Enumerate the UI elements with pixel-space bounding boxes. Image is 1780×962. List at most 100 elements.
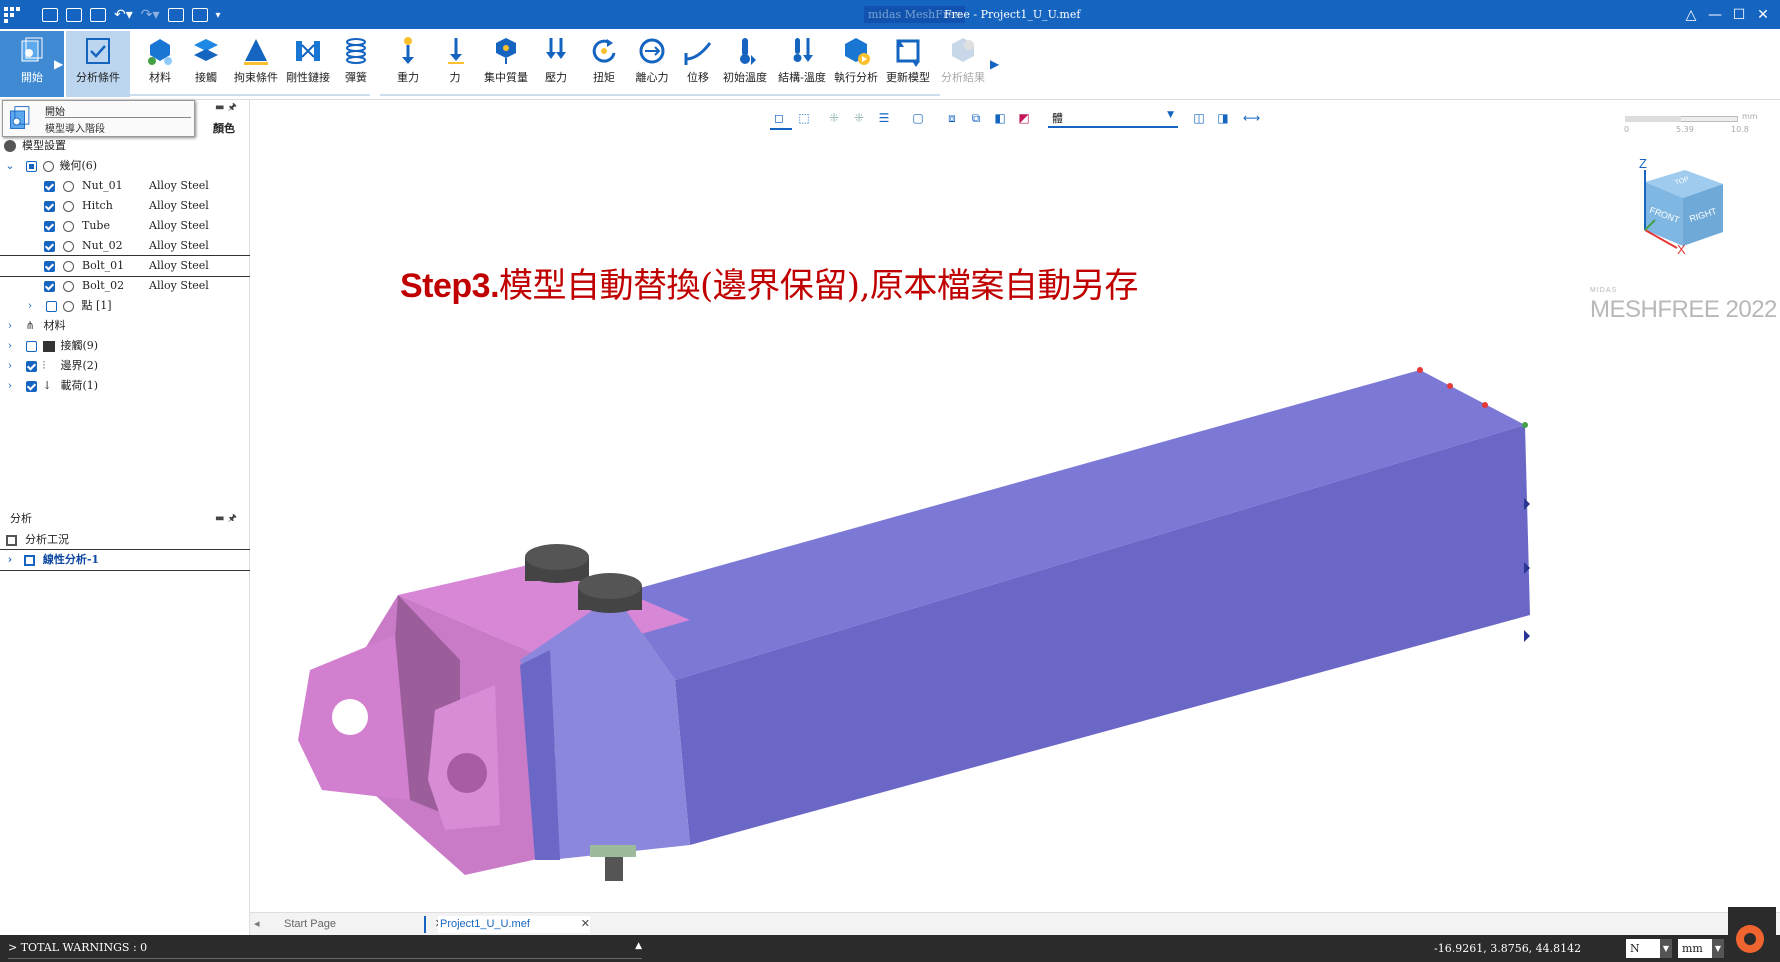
layout-icon[interactable] bbox=[167, 8, 184, 22]
boundary-marker[interactable] bbox=[1417, 367, 1423, 373]
tree-part[interactable]: Tube Alloy Steel bbox=[0, 216, 250, 236]
force-unit-select[interactable]: N ▼ bbox=[1626, 939, 1672, 958]
chevron-right-icon[interactable]: › bbox=[4, 376, 16, 396]
view-color-icon[interactable]: ◩ bbox=[1016, 110, 1032, 126]
part-checkbox[interactable] bbox=[44, 240, 55, 252]
help-icon[interactable]: △ bbox=[1682, 6, 1700, 24]
boundary-marker[interactable] bbox=[1522, 422, 1528, 428]
tree-part[interactable]: Bolt_02 Alloy Steel bbox=[0, 276, 250, 296]
view-frame-icon[interactable]: ⧈ bbox=[944, 110, 960, 126]
boundary-marker[interactable] bbox=[1482, 402, 1488, 408]
part-checkbox[interactable] bbox=[44, 260, 55, 272]
boundary-marker[interactable] bbox=[1524, 630, 1530, 642]
part-checkbox[interactable] bbox=[44, 180, 55, 192]
view-frame2-icon[interactable]: ⧉ bbox=[968, 110, 984, 126]
ribbon-run-analysis[interactable]: 執行分析 bbox=[832, 31, 880, 97]
boundary-marker[interactable] bbox=[1447, 383, 1453, 389]
view-fit-icon[interactable]: ▢ bbox=[910, 110, 926, 126]
view-split-icon[interactable]: ◨ bbox=[1215, 110, 1231, 126]
tree-contacts[interactable]: › 接觸(9) bbox=[0, 336, 250, 356]
ribbon-contact[interactable]: 接觸 bbox=[186, 31, 226, 97]
part-checkbox[interactable] bbox=[44, 200, 55, 212]
ribbon-material[interactable]: 材料 bbox=[138, 31, 182, 97]
tree-model-settings[interactable]: 模型設置 bbox=[0, 136, 250, 156]
pane-pin-controls[interactable]: ▬ 🖈 bbox=[215, 510, 237, 528]
chevron-right-icon[interactable]: › bbox=[4, 356, 16, 376]
redo-icon[interactable]: ↷▾ bbox=[141, 7, 160, 23]
loads-checkbox[interactable] bbox=[25, 380, 37, 392]
ribbon-analysis-condition[interactable]: 分析條件 bbox=[66, 31, 130, 97]
save-icon[interactable] bbox=[90, 8, 106, 22]
tree-analysis-cases[interactable]: 分析工況 bbox=[0, 530, 250, 550]
tree-loads[interactable]: › ↓ 載荷(1) bbox=[0, 376, 250, 396]
grid-icon[interactable] bbox=[4, 7, 20, 23]
ribbon-initial-temperature[interactable]: 初始溫度 bbox=[720, 31, 770, 97]
ribbon-constraint[interactable]: 拘束條件 bbox=[232, 31, 280, 97]
bolt-bottom[interactable] bbox=[590, 845, 636, 857]
display-mode-dropdown[interactable]: 體 ▼ bbox=[1048, 110, 1178, 128]
minimize-button[interactable]: — bbox=[1706, 6, 1724, 24]
window-icon[interactable] bbox=[191, 8, 208, 22]
record-widget[interactable] bbox=[1728, 907, 1776, 959]
close-icon[interactable]: ✕ bbox=[581, 916, 590, 933]
ribbon-rigid-link[interactable]: 剛性鏈接 bbox=[284, 31, 332, 97]
ribbon-spring[interactable]: 彈簧 bbox=[338, 31, 374, 97]
tree-points[interactable]: › 點 [1] bbox=[0, 296, 250, 316]
contacts-checkbox[interactable] bbox=[25, 340, 37, 352]
ribbon-displacement[interactable]: 位移 bbox=[680, 31, 716, 97]
tree-part[interactable]: Hitch Alloy Steel bbox=[0, 196, 250, 216]
tree-part[interactable]: Nut_02 Alloy Steel bbox=[0, 236, 250, 256]
ribbon-gravity[interactable]: 重力 bbox=[390, 31, 426, 97]
tab-start-page[interactable]: Start Page ✕ bbox=[284, 916, 444, 933]
new-icon[interactable] bbox=[42, 8, 58, 22]
maximize-button[interactable]: ☐ bbox=[1730, 6, 1748, 24]
chevron-right-icon[interactable]: ▶ bbox=[54, 57, 63, 71]
tab-project[interactable]: Project1_U_U.mef ✕ bbox=[438, 916, 590, 933]
length-unit-select[interactable]: mm ▼ bbox=[1678, 939, 1724, 958]
tree-geometry[interactable]: ⌄ 幾何(6) bbox=[0, 156, 250, 176]
tree-linear-analysis[interactable]: › 線性分析-1 bbox=[0, 549, 251, 571]
ribbon-centrifugal[interactable]: 離心力 bbox=[630, 31, 674, 97]
part-checkbox[interactable] bbox=[44, 220, 55, 232]
view-layers-icon[interactable]: ◧ bbox=[992, 110, 1008, 126]
chevron-up-icon[interactable]: ▲ bbox=[635, 941, 642, 951]
tab-scroll-left[interactable]: ◂ bbox=[254, 916, 260, 933]
tree-part[interactable]: Nut_01 Alloy Steel bbox=[0, 176, 250, 196]
view-select2-icon[interactable]: ⁜ bbox=[851, 110, 867, 126]
view-box-icon[interactable]: ◻ bbox=[771, 110, 787, 126]
ribbon-analysis-result[interactable]: 分析結果 bbox=[938, 31, 988, 97]
model-viewport[interactable] bbox=[250, 100, 1780, 910]
dropdown-icon[interactable]: ▾ bbox=[216, 10, 221, 21]
view-compare-icon[interactable]: ◫ bbox=[1191, 110, 1207, 126]
ribbon-update-model[interactable]: 更新模型 bbox=[882, 31, 934, 97]
close-button[interactable]: ✕ bbox=[1754, 6, 1772, 24]
view-measure-icon[interactable]: ⟷ bbox=[1243, 110, 1260, 126]
view-list-icon[interactable]: ☰ bbox=[876, 110, 892, 126]
tree-materials[interactable]: › ⋔ 材料 bbox=[0, 316, 250, 336]
3d-model[interactable] bbox=[250, 100, 1780, 910]
geometry-checkbox[interactable] bbox=[25, 160, 37, 172]
ribbon-torque[interactable]: 扭矩 bbox=[586, 31, 622, 97]
pane-pin-controls[interactable]: ▬ 🖈 bbox=[215, 100, 237, 117]
view-select-icon[interactable]: ⁜ bbox=[826, 110, 842, 126]
ribbon-structure-temperature[interactable]: 結構-溫度 bbox=[774, 31, 830, 97]
tree-boundaries[interactable]: › ⫶ 邊界(2) bbox=[0, 356, 250, 376]
chevron-right-icon[interactable]: › bbox=[4, 550, 16, 570]
chevron-right-icon[interactable]: › bbox=[4, 316, 16, 336]
chevron-down-icon[interactable]: ⌄ bbox=[4, 156, 16, 176]
chevron-right-icon[interactable]: › bbox=[24, 296, 36, 316]
chevron-right-icon[interactable]: ▶ bbox=[990, 57, 999, 71]
part-checkbox[interactable] bbox=[44, 280, 55, 292]
boundaries-checkbox[interactable] bbox=[25, 360, 37, 372]
open-icon[interactable] bbox=[66, 8, 82, 22]
ribbon-point-mass[interactable]: 集中質量 bbox=[480, 31, 532, 97]
warnings-bar[interactable]: > TOTAL WARNINGS : 0 ▲ bbox=[8, 941, 642, 959]
ribbon-force[interactable]: 力 bbox=[440, 31, 470, 97]
ribbon-pressure[interactable]: 壓力 bbox=[538, 31, 574, 97]
view-cube[interactable]: Z X FRONT RIGHT TOP bbox=[1635, 156, 1735, 260]
undo-icon[interactable]: ↶▾ bbox=[114, 7, 133, 23]
chevron-right-icon[interactable]: › bbox=[4, 336, 16, 356]
points-checkbox[interactable] bbox=[45, 300, 57, 312]
tree-part-selected[interactable]: Bolt_01 Alloy Steel bbox=[0, 255, 251, 277]
view-window-icon[interactable]: ⬚ bbox=[796, 110, 812, 126]
